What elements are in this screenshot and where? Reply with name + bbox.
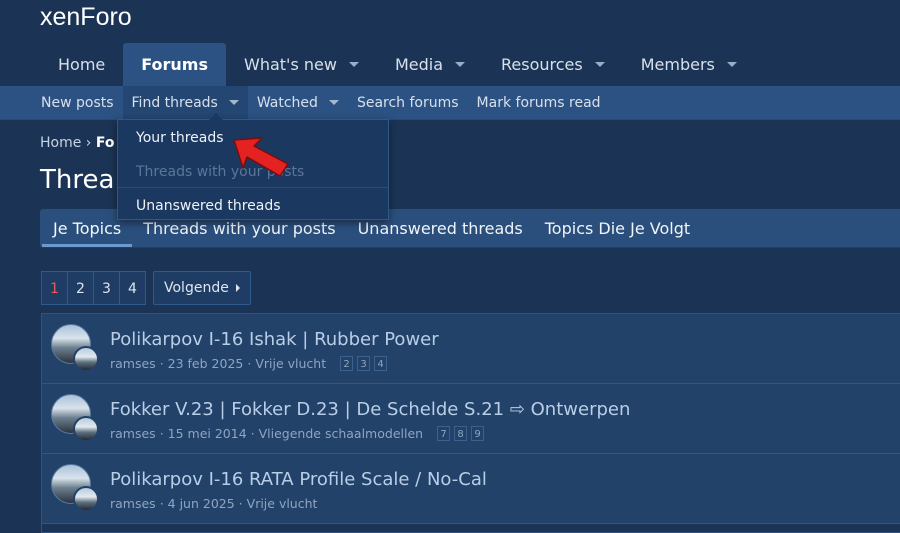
meta-separator: · (238, 496, 243, 511)
subnav-label: Search forums (356, 94, 459, 111)
subnav-label: New posts (41, 94, 114, 111)
main-nav: Home Forums What's new Media Resources M… (40, 43, 755, 86)
subnav-label: Find threads (131, 94, 218, 111)
nav-tab-label: What's new (244, 54, 337, 74)
meta-separator: · (159, 356, 164, 371)
meta-separator: · (159, 426, 164, 441)
nav-tab-media[interactable]: Media (377, 43, 483, 86)
chevron-down-icon[interactable] (228, 100, 239, 105)
mini-page-link[interactable]: 8 (454, 426, 468, 441)
menu-item-unanswered-threads[interactable]: Unanswered threads (136, 198, 281, 214)
thread-row[interactable]: Fokker V.23 | Fokker D.23 | De Schelde S… (42, 384, 900, 454)
nav-tab-members[interactable]: Members (623, 43, 755, 86)
page-link[interactable]: 2 (67, 271, 94, 305)
page-link[interactable]: 3 (93, 271, 120, 305)
thread-title[interactable]: Polikarpov I-16 RATA Profile Scale / No-… (110, 469, 487, 490)
nav-tab-label: Media (394, 54, 443, 74)
mini-page-link[interactable]: 2 (340, 356, 354, 371)
page-title: Threa (40, 165, 115, 195)
page-link[interactable]: 4 (119, 271, 146, 305)
page-link[interactable]: 1 (41, 271, 68, 305)
nav-tab-label: Members (640, 54, 715, 74)
chevron-down-icon[interactable] (455, 62, 465, 67)
chevron-right-icon (235, 284, 240, 292)
nav-tab-forums[interactable]: Forums (123, 43, 226, 86)
thread-author[interactable]: ramses (110, 426, 156, 441)
site-logo[interactable]: xenForo (40, 3, 132, 32)
thread-title[interactable]: Fokker V.23 | Fokker D.23 | De Schelde S… (110, 399, 630, 420)
subnav-label: Mark forums read (476, 94, 601, 111)
nav-tab-home[interactable]: Home (40, 43, 123, 86)
thread-forum[interactable]: Vrije vlucht (247, 496, 318, 511)
thread-forum[interactable]: Vrije vlucht (255, 356, 326, 371)
thread-date[interactable]: 4 jun 2025 (168, 496, 235, 511)
nav-tab-label: Forums (141, 54, 208, 74)
menu-divider (118, 187, 388, 188)
site-header: xenForo Home Forums What's new Media Res… (0, 0, 900, 86)
thread-author[interactable]: ramses (110, 356, 156, 371)
thread-meta: ramses · 15 mei 2014 · Vliegende schaalm… (110, 426, 485, 441)
chevron-down-icon[interactable] (348, 62, 359, 67)
mini-page-link[interactable]: 4 (374, 356, 388, 371)
thread-list: Polikarpov I-16 Ishak | Rubber Power ram… (41, 313, 900, 533)
subnav-search-forums[interactable]: Search forums (348, 86, 468, 119)
next-page-label: Volgende (164, 280, 229, 296)
nav-tab-label: Home (58, 54, 106, 74)
thread-date[interactable]: 15 mei 2014 (168, 426, 247, 441)
breadcrumb: Home › Fo (40, 135, 114, 151)
thread-title[interactable]: Polikarpov I-16 Ishak | Rubber Power (110, 329, 439, 350)
subnav-watched[interactable]: Watched (248, 86, 348, 119)
thread-mini-pagination: 2 3 4 (340, 356, 388, 371)
meta-separator: · (159, 496, 164, 511)
avatar-image-small (73, 486, 99, 512)
thread-row[interactable]: Polikarpov I-16 Ishak | Rubber Power ram… (42, 314, 900, 384)
tab-topics-die-je-volgt[interactable]: Topics Die Je Volgt (534, 209, 701, 247)
breadcrumb-current[interactable]: Fo (96, 135, 115, 151)
chevron-down-icon[interactable] (328, 100, 339, 105)
chevron-down-icon[interactable] (594, 62, 605, 67)
pagination: 1 2 3 4 Volgende (41, 271, 251, 305)
thread-row[interactable]: Polikarpov I-16 RATA Profile Scale / No-… (42, 454, 900, 524)
breadcrumb-home[interactable]: Home (40, 135, 81, 151)
subnav-mark-forums-read[interactable]: Mark forums read (468, 86, 610, 119)
menu-notch (209, 113, 223, 120)
mini-page-link[interactable]: 7 (437, 426, 451, 441)
avatar[interactable] (51, 324, 99, 372)
avatar[interactable] (51, 464, 99, 512)
nav-tab-whats-new[interactable]: What's new (226, 43, 377, 86)
avatar-image-small (73, 346, 99, 372)
meta-separator: · (250, 426, 255, 441)
chevron-down-icon[interactable] (726, 62, 737, 67)
nav-tab-label: Resources (501, 54, 583, 74)
subnav-label: Watched (256, 94, 318, 111)
thread-meta: ramses · 4 jun 2025 · Vrije vlucht (110, 496, 317, 511)
meta-separator: · (247, 356, 252, 371)
chevron-right-icon: › (85, 135, 96, 151)
mini-page-link[interactable]: 9 (471, 426, 485, 441)
arrow-pointer-icon (233, 137, 289, 177)
next-page-button[interactable]: Volgende (153, 271, 251, 305)
sub-nav: New posts Find threads Watched Search fo… (0, 86, 900, 120)
avatar-image-small (73, 416, 99, 442)
thread-author[interactable]: ramses (110, 496, 156, 511)
thread-mini-pagination: 7 8 9 (437, 426, 485, 441)
subnav-new-posts[interactable]: New posts (32, 86, 123, 119)
subnav-find-threads[interactable]: Find threads (122, 86, 248, 119)
thread-date[interactable]: 23 feb 2025 (168, 356, 244, 371)
nav-tab-resources[interactable]: Resources (483, 43, 623, 86)
menu-item-your-threads[interactable]: Your threads (136, 130, 224, 146)
thread-meta: ramses · 23 feb 2025 · Vrije vlucht 2 3 … (110, 356, 388, 371)
mini-page-link[interactable]: 3 (357, 356, 371, 371)
thread-forum[interactable]: Vliegende schaalmodellen (259, 426, 423, 441)
avatar[interactable] (51, 394, 99, 442)
